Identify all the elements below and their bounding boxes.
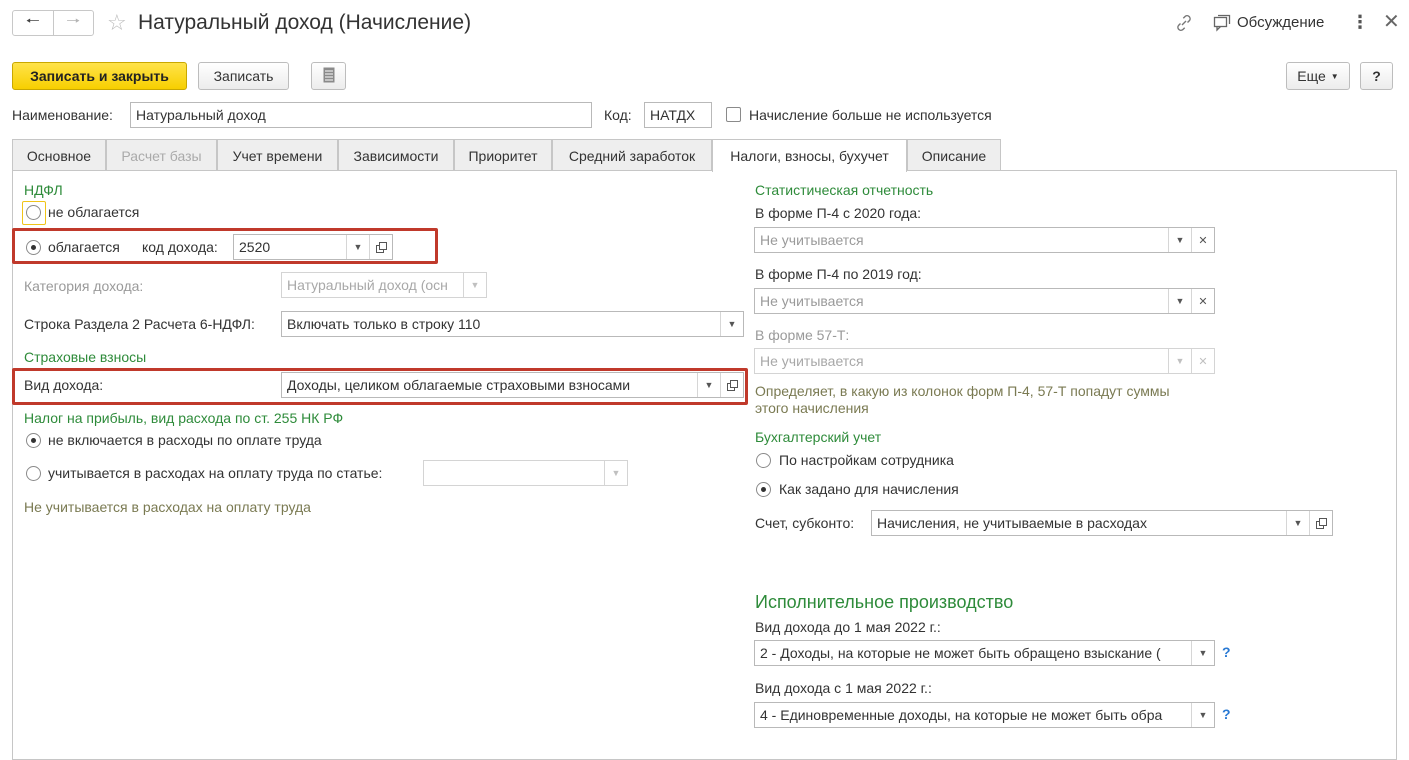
p4-2020-value: Не учитывается (760, 232, 864, 248)
name-field[interactable]: Натуральный доход (130, 102, 592, 128)
save-button[interactable]: Записать (198, 62, 289, 90)
profit-not-included-radio[interactable] (26, 433, 41, 448)
report-icon (323, 67, 335, 86)
discussion-icon[interactable] (1212, 13, 1232, 36)
more-button[interactable]: Еще ▼ (1286, 62, 1350, 90)
ndfl-not-taxed-label[interactable]: не облагается (48, 203, 139, 221)
enforcement-after-field[interactable]: 4 - Единовременные доходы, на которые не… (754, 702, 1215, 728)
category-field: Натуральный доход (осн ▼ (281, 272, 487, 298)
profit-tax-section-title: Налог на прибыль, вид расхода по ст. 255… (24, 410, 344, 426)
statistics-note-line2: этого начисления (755, 400, 869, 416)
dropdown-icon[interactable]: ▼ (720, 312, 743, 336)
name-value: Натуральный доход (136, 107, 266, 123)
highlight-frame-insurance (12, 368, 748, 405)
enforcement-after-label: Вид дохода с 1 мая 2022 г.: (755, 680, 932, 696)
chevron-down-icon: ▼ (1330, 71, 1339, 81)
row-6ndfl-value: Включать только в строку 110 (287, 316, 481, 332)
tab-description[interactable]: Описание (907, 139, 1001, 171)
accounting-as-set-label[interactable]: Как задано для начисления (779, 480, 959, 498)
close-icon[interactable]: ✕ (1383, 11, 1400, 33)
p4-2020-field[interactable]: Не учитывается ▼ ✕ (754, 227, 1215, 253)
dropdown-icon: ▼ (604, 461, 627, 485)
row-6ndfl-field[interactable]: Включать только в строку 110 ▼ (281, 311, 744, 337)
accounting-by-employee-label[interactable]: По настройкам сотрудника (779, 451, 954, 469)
nav-buttons: 🠐 🠒 (12, 10, 94, 36)
p4-2019-field[interactable]: Не учитывается ▼ ✕ (754, 288, 1215, 314)
enforcement-before-value: 2 - Доходы, на которые не может быть обр… (760, 645, 1161, 661)
profit-included-radio[interactable] (26, 466, 41, 481)
category-label: Категория дохода: (24, 278, 144, 294)
link-icon[interactable] (1174, 13, 1194, 36)
tab-average-earnings[interactable]: Средний заработок (552, 139, 712, 171)
enforcement-before-label: Вид дохода до 1 мая 2022 г.: (755, 619, 941, 635)
enforcement-after-help[interactable]: ? (1222, 706, 1231, 722)
tab-priority[interactable]: Приоритет (454, 139, 552, 171)
enforcement-before-help[interactable]: ? (1222, 644, 1231, 660)
code-label: Код: (604, 107, 632, 123)
tab-dependencies[interactable]: Зависимости (338, 139, 454, 171)
dropdown-icon[interactable]: ▼ (1168, 228, 1191, 252)
f57t-label: В форме 57-Т: (755, 327, 850, 343)
name-label: Наименование: (12, 107, 113, 123)
dropdown-icon: ▼ (463, 273, 486, 297)
dropdown-icon[interactable]: ▼ (1191, 703, 1214, 727)
dropdown-icon[interactable]: ▼ (1191, 641, 1214, 665)
accounting-as-set-radio[interactable] (756, 482, 771, 497)
dropdown-icon[interactable]: ▼ (1286, 511, 1309, 535)
report-button[interactable] (311, 62, 346, 90)
ndfl-not-taxed-radio[interactable] (26, 205, 41, 220)
account-label: Счет, субконто: (755, 515, 855, 531)
more-label: Еще (1297, 68, 1326, 84)
profit-article-field: ▼ (423, 460, 628, 486)
p4-2019-value: Не учитывается (760, 293, 864, 309)
enforcement-before-field[interactable]: 2 - Доходы, на которые не может быть обр… (754, 640, 1215, 666)
unused-checkbox[interactable] (726, 107, 741, 122)
tab-time-accounting[interactable]: Учет времени (217, 139, 338, 171)
save-and-close-button[interactable]: Записать и закрыть (12, 62, 187, 90)
star-icon[interactable]: ☆ (107, 10, 127, 36)
f57t-field: Не учитывается ▼ ✕ (754, 348, 1215, 374)
p4-2019-label: В форме П-4 по 2019 год: (755, 266, 922, 282)
tab-taxes[interactable]: Налоги, взносы, бухучет (712, 139, 907, 172)
ndfl-section-title: НДФЛ (24, 182, 63, 198)
statistics-section-title: Статистическая отчетность (755, 182, 934, 198)
dropdown-icon: ▼ (1168, 349, 1191, 373)
statistics-note-line1: Определяет, в какую из колонок форм П-4,… (755, 383, 1170, 399)
highlight-frame-income-code (12, 228, 438, 264)
discussion-link[interactable]: Обсуждение (1237, 14, 1324, 32)
back-arrow-icon[interactable]: 🠐 (13, 11, 53, 35)
f57t-value: Не учитывается (760, 353, 864, 369)
help-button[interactable]: ? (1360, 62, 1393, 90)
account-value: Начисления, не учитываемые в расходах (877, 515, 1147, 531)
row-6ndfl-label: Строка Раздела 2 Расчета 6-НДФЛ: (24, 316, 255, 332)
insurance-section-title: Страховые взносы (24, 349, 147, 365)
code-field[interactable]: НАТДХ (644, 102, 712, 128)
p4-2020-label: В форме П-4 с 2020 года: (755, 205, 922, 221)
profit-note: Не учитывается в расходах на оплату труд… (24, 499, 311, 515)
clear-icon[interactable]: ✕ (1191, 228, 1214, 252)
dropdown-icon[interactable]: ▼ (1168, 289, 1191, 313)
enforcement-after-value: 4 - Единовременные доходы, на которые не… (760, 707, 1163, 723)
code-value: НАТДХ (650, 107, 696, 123)
accounting-section-title: Бухгалтерский учет (755, 429, 882, 445)
profit-not-included-label[interactable]: не включается в расходы по оплате труда (48, 431, 322, 449)
tab-main[interactable]: Основное (12, 139, 106, 171)
enforcement-section-title: Исполнительное производство (755, 592, 1014, 612)
open-icon[interactable] (1309, 511, 1332, 535)
page-title: Натуральный доход (Начисление) (138, 11, 472, 34)
unused-label[interactable]: Начисление больше не используется (749, 106, 992, 124)
account-field[interactable]: Начисления, не учитываемые в расходах ▼ (871, 510, 1333, 536)
forward-arrow-icon[interactable]: 🠒 (52, 11, 94, 35)
accounting-by-employee-radio[interactable] (756, 453, 771, 468)
clear-icon[interactable]: ✕ (1191, 289, 1214, 313)
tab-base-calc: Расчет базы (106, 139, 217, 171)
profit-included-label[interactable]: учитывается в расходах на оплату труда п… (48, 464, 382, 482)
kebab-menu-icon[interactable]: ⋮ (1351, 12, 1369, 32)
category-value: Натуральный доход (осн (287, 277, 448, 293)
clear-icon: ✕ (1191, 349, 1214, 373)
